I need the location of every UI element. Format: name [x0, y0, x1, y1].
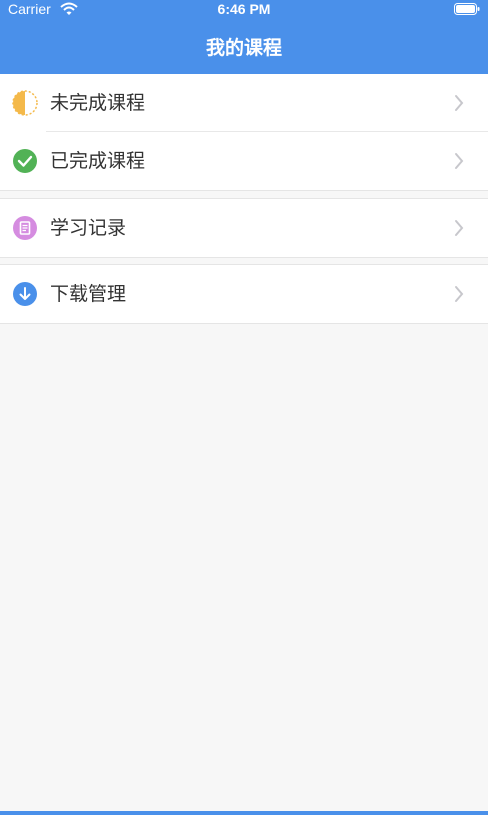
menu-item-unfinished-courses[interactable]: 未完成课程: [0, 74, 488, 132]
chevron-right-icon: [455, 220, 464, 236]
status-bar: Carrier 6:46 PM: [0, 0, 488, 22]
bottom-tab-bar-edge: [0, 811, 488, 815]
study-record-group: 学习记录: [0, 198, 488, 258]
course-status-group: 未完成课程 已完成课程: [0, 74, 488, 191]
battery-icon: [454, 3, 480, 15]
page-title: 我的课程: [205, 37, 282, 59]
menu-item-label: 未完成课程: [50, 92, 146, 114]
checkmark-circle-icon: [13, 149, 37, 173]
chevron-right-icon: [455, 95, 464, 111]
header: Carrier 6:46 PM 我的课程: [0, 0, 488, 74]
status-time: 6:46 PM: [217, 1, 271, 17]
my-courses-screen: Carrier 6:46 PM 我的课程 未完成课程 已完成课程 学习记录 下载…: [0, 0, 488, 815]
menu-item-finished-courses[interactable]: 已完成课程: [0, 132, 488, 190]
download-group: 下载管理: [0, 264, 488, 324]
document-icon: [13, 216, 37, 240]
half-moon-icon: [12, 90, 38, 116]
menu-item-label: 下载管理: [50, 283, 127, 305]
chevron-right-icon: [455, 286, 464, 302]
menu-item-study-record[interactable]: 学习记录: [0, 199, 488, 257]
download-arrow-icon: [13, 282, 37, 306]
menu-item-label: 已完成课程: [50, 150, 146, 172]
chevron-right-icon: [455, 153, 464, 169]
menu-item-download-management[interactable]: 下载管理: [0, 265, 488, 323]
menu-item-label: 学习记录: [50, 217, 127, 239]
